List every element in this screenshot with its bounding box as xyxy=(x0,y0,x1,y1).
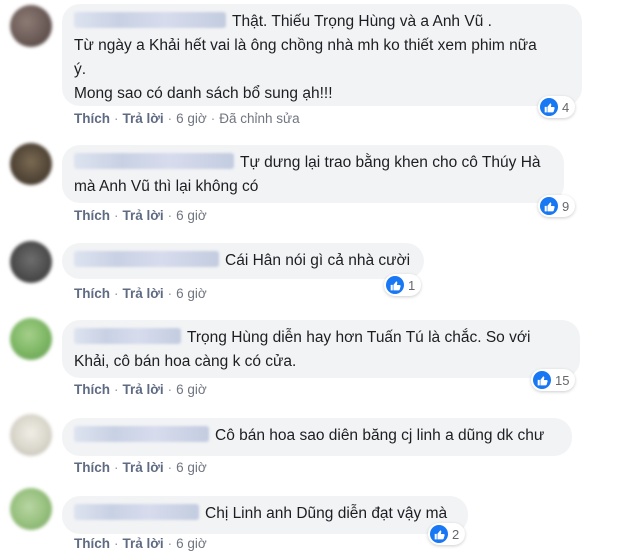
separator: · xyxy=(114,536,119,551)
reaction-count[interactable]: 2 xyxy=(428,523,466,545)
avatar[interactable] xyxy=(10,143,52,185)
timestamp[interactable]: 6 giờ xyxy=(176,460,207,475)
timestamp[interactable]: 6 giờ xyxy=(176,536,207,551)
like-count: 4 xyxy=(562,99,570,115)
comment-bubble: Chị Linh anh Dũng diễn đạt vậy mà xyxy=(62,496,468,534)
reply-button[interactable]: Trả lời xyxy=(123,382,164,397)
reply-button[interactable]: Trả lời xyxy=(123,460,164,475)
avatar[interactable] xyxy=(10,5,52,47)
timestamp[interactable]: 6 giờ xyxy=(176,382,207,397)
author-name[interactable] xyxy=(74,426,209,442)
separator: · xyxy=(167,460,173,475)
like-count: 15 xyxy=(555,372,570,388)
thumbs-up-icon xyxy=(386,276,404,294)
reaction-count[interactable]: 1 xyxy=(384,274,422,296)
reply-button[interactable]: Trả lời xyxy=(123,111,164,126)
separator: · xyxy=(167,382,173,397)
thumbs-up-icon xyxy=(533,371,551,389)
comment-actions: Thích · Trả lời · 6 giờ xyxy=(74,536,207,551)
separator: · xyxy=(114,286,119,301)
edited-label[interactable]: Đã chỉnh sửa xyxy=(219,111,299,126)
comment-actions: Thích · Trả lời · 6 giờ xyxy=(74,286,207,301)
reply-button[interactable]: Trả lời xyxy=(123,286,164,301)
thumbs-up-icon xyxy=(540,98,558,116)
avatar[interactable] xyxy=(10,488,52,530)
author-name[interactable] xyxy=(74,153,234,169)
avatar[interactable] xyxy=(10,414,52,456)
comment-actions: Thích · Trả lời · 6 giờ xyxy=(74,208,207,223)
separator: · xyxy=(167,208,173,223)
timestamp[interactable]: 6 giờ xyxy=(176,208,207,223)
thumbs-up-icon xyxy=(430,525,448,543)
reaction-count[interactable]: 4 xyxy=(538,96,576,118)
separator: · xyxy=(114,208,119,223)
like-button[interactable]: Thích xyxy=(74,111,110,126)
comment-bubble: Tự dưng lại trao bằng khen cho cô Thúy H… xyxy=(62,145,564,203)
comment-bubble: Trọng Hùng diễn hay hơn Tuấn Tú là chắc.… xyxy=(62,320,580,378)
separator: · xyxy=(210,111,216,126)
separator: · xyxy=(114,111,119,126)
separator: · xyxy=(167,286,173,301)
author-name[interactable] xyxy=(74,328,181,344)
separator: · xyxy=(167,111,173,126)
like-button[interactable]: Thích xyxy=(74,382,110,397)
avatar[interactable] xyxy=(10,318,52,360)
author-name[interactable] xyxy=(74,504,199,520)
like-button[interactable]: Thích xyxy=(74,460,110,475)
like-count: 2 xyxy=(452,526,460,542)
reply-button[interactable]: Trả lời xyxy=(123,208,164,223)
reaction-count[interactable]: 15 xyxy=(531,369,576,391)
author-name[interactable] xyxy=(74,251,219,267)
like-button[interactable]: Thích xyxy=(74,536,110,551)
comment-actions: Thích · Trả lời · 6 giờ xyxy=(74,460,207,475)
comment-bubble: Cô bán hoa sao diên băng cj linh a dũng … xyxy=(62,418,572,456)
comment-bubble: Cái Hân nói gì cả nhà cười xyxy=(62,243,424,279)
avatar[interactable] xyxy=(10,241,52,283)
like-button[interactable]: Thích xyxy=(74,208,110,223)
comment-actions: Thích · Trả lời · 6 giờ xyxy=(74,382,207,397)
separator: · xyxy=(114,460,119,475)
author-name[interactable] xyxy=(74,12,226,28)
comment-text: Chị Linh anh Dũng diễn đạt vậy mà xyxy=(205,505,448,522)
separator: · xyxy=(167,536,173,551)
comment-text: Cái Hân nói gì cả nhà cười xyxy=(225,252,411,269)
timestamp[interactable]: 6 giờ xyxy=(176,111,207,126)
separator: · xyxy=(114,382,119,397)
like-count: 9 xyxy=(562,198,570,214)
like-count: 1 xyxy=(408,277,416,293)
like-button[interactable]: Thích xyxy=(74,286,110,301)
reply-button[interactable]: Trả lời xyxy=(123,536,164,551)
thumbs-up-icon xyxy=(540,197,558,215)
comment-bubble: Thật. Thiếu Trọng Hùng và a Anh Vũ . Từ … xyxy=(62,4,582,106)
comment-actions: Thích · Trả lời · 6 giờ · Đã chỉnh sửa xyxy=(74,111,300,126)
reaction-count[interactable]: 9 xyxy=(538,195,576,217)
timestamp[interactable]: 6 giờ xyxy=(176,286,207,301)
comment-text: Cô bán hoa sao diên băng cj linh a dũng … xyxy=(215,427,545,444)
